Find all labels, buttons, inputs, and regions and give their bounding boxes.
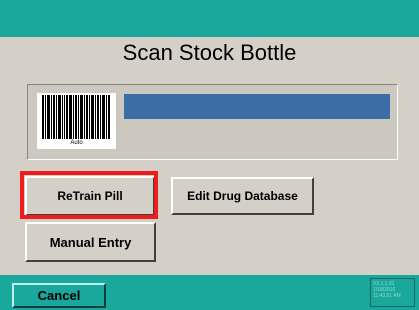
version-time: 11:43:51 AM	[373, 293, 401, 299]
manual-entry-button[interactable]: Manual Entry	[25, 222, 156, 262]
barcode-input-field[interactable]	[124, 94, 390, 119]
barcode-mode-label: Auto	[70, 140, 83, 146]
page-title: Scan Stock Bottle	[122, 40, 297, 65]
edit-drug-database-button[interactable]: Edit Drug Database	[171, 177, 314, 215]
cancel-button[interactable]: Cancel	[12, 283, 106, 308]
barcode-icon	[42, 95, 110, 139]
version-info: V2.1.1.91 1/18/2016 11:43:51 AM	[370, 278, 415, 307]
top-bar	[0, 0, 419, 37]
retrain-pill-button[interactable]: ReTrain Pill	[25, 176, 155, 216]
barcode-scan-icon: Auto	[37, 93, 116, 149]
